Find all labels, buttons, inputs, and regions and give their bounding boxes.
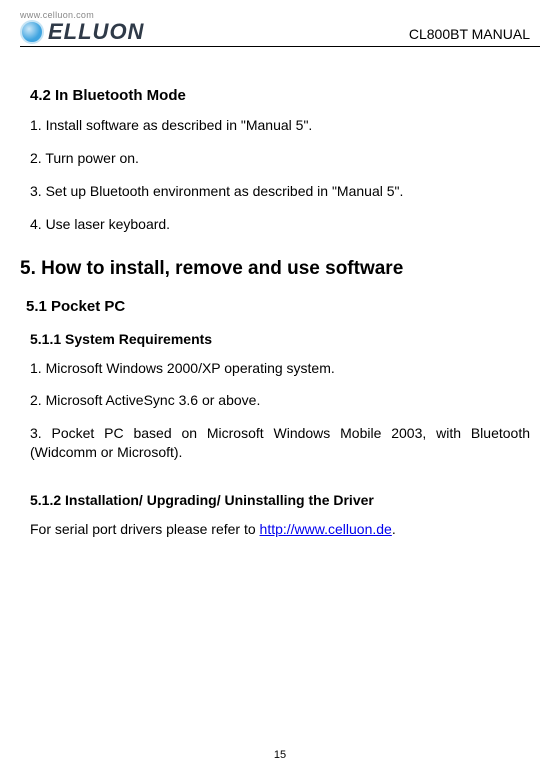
heading-5-1-1: 5.1.1 System Requirements bbox=[30, 331, 530, 347]
heading-5: 5. How to install, remove and use softwa… bbox=[20, 258, 530, 280]
step-4-2-1: 1. Install software as described in "Man… bbox=[30, 116, 530, 135]
brand-name: ELLUON bbox=[48, 21, 144, 43]
heading-5-1-2: 5.1.2 Installation/ Upgrading/ Uninstall… bbox=[30, 492, 530, 508]
req-5-1-1-1: 1. Microsoft Windows 2000/XP operating s… bbox=[30, 359, 530, 378]
globe-icon bbox=[20, 20, 44, 44]
req-5-1-1-3: 3. Pocket PC based on Microsoft Windows … bbox=[30, 424, 530, 462]
brand-logo: www.celluon.com ELLUON bbox=[20, 10, 144, 44]
page-number: 15 bbox=[274, 749, 286, 761]
heading-4-2: 4.2 In Bluetooth Mode bbox=[30, 87, 530, 104]
manual-title: CL800BT MANUAL bbox=[409, 26, 540, 44]
celluon-link[interactable]: http://www.celluon.de bbox=[260, 521, 392, 537]
step-4-2-2: 2. Turn power on. bbox=[30, 149, 530, 168]
heading-5-1: 5.1 Pocket PC bbox=[26, 298, 530, 315]
driver-referral-line: For serial port drivers please refer to … bbox=[30, 520, 530, 539]
step-4-2-4: 4. Use laser keyboard. bbox=[30, 215, 530, 234]
req-5-1-1-2: 2. Microsoft ActiveSync 3.6 or above. bbox=[30, 391, 530, 410]
document-body: 4.2 In Bluetooth Mode 1. Install softwar… bbox=[20, 87, 540, 539]
step-4-2-3: 3. Set up Bluetooth environment as descr… bbox=[30, 182, 530, 201]
driver-text-after: . bbox=[392, 521, 396, 537]
document-header: www.celluon.com ELLUON CL800BT MANUAL bbox=[20, 10, 540, 47]
brand-logo-main: ELLUON bbox=[20, 20, 144, 44]
driver-text-before: For serial port drivers please refer to bbox=[30, 521, 260, 537]
